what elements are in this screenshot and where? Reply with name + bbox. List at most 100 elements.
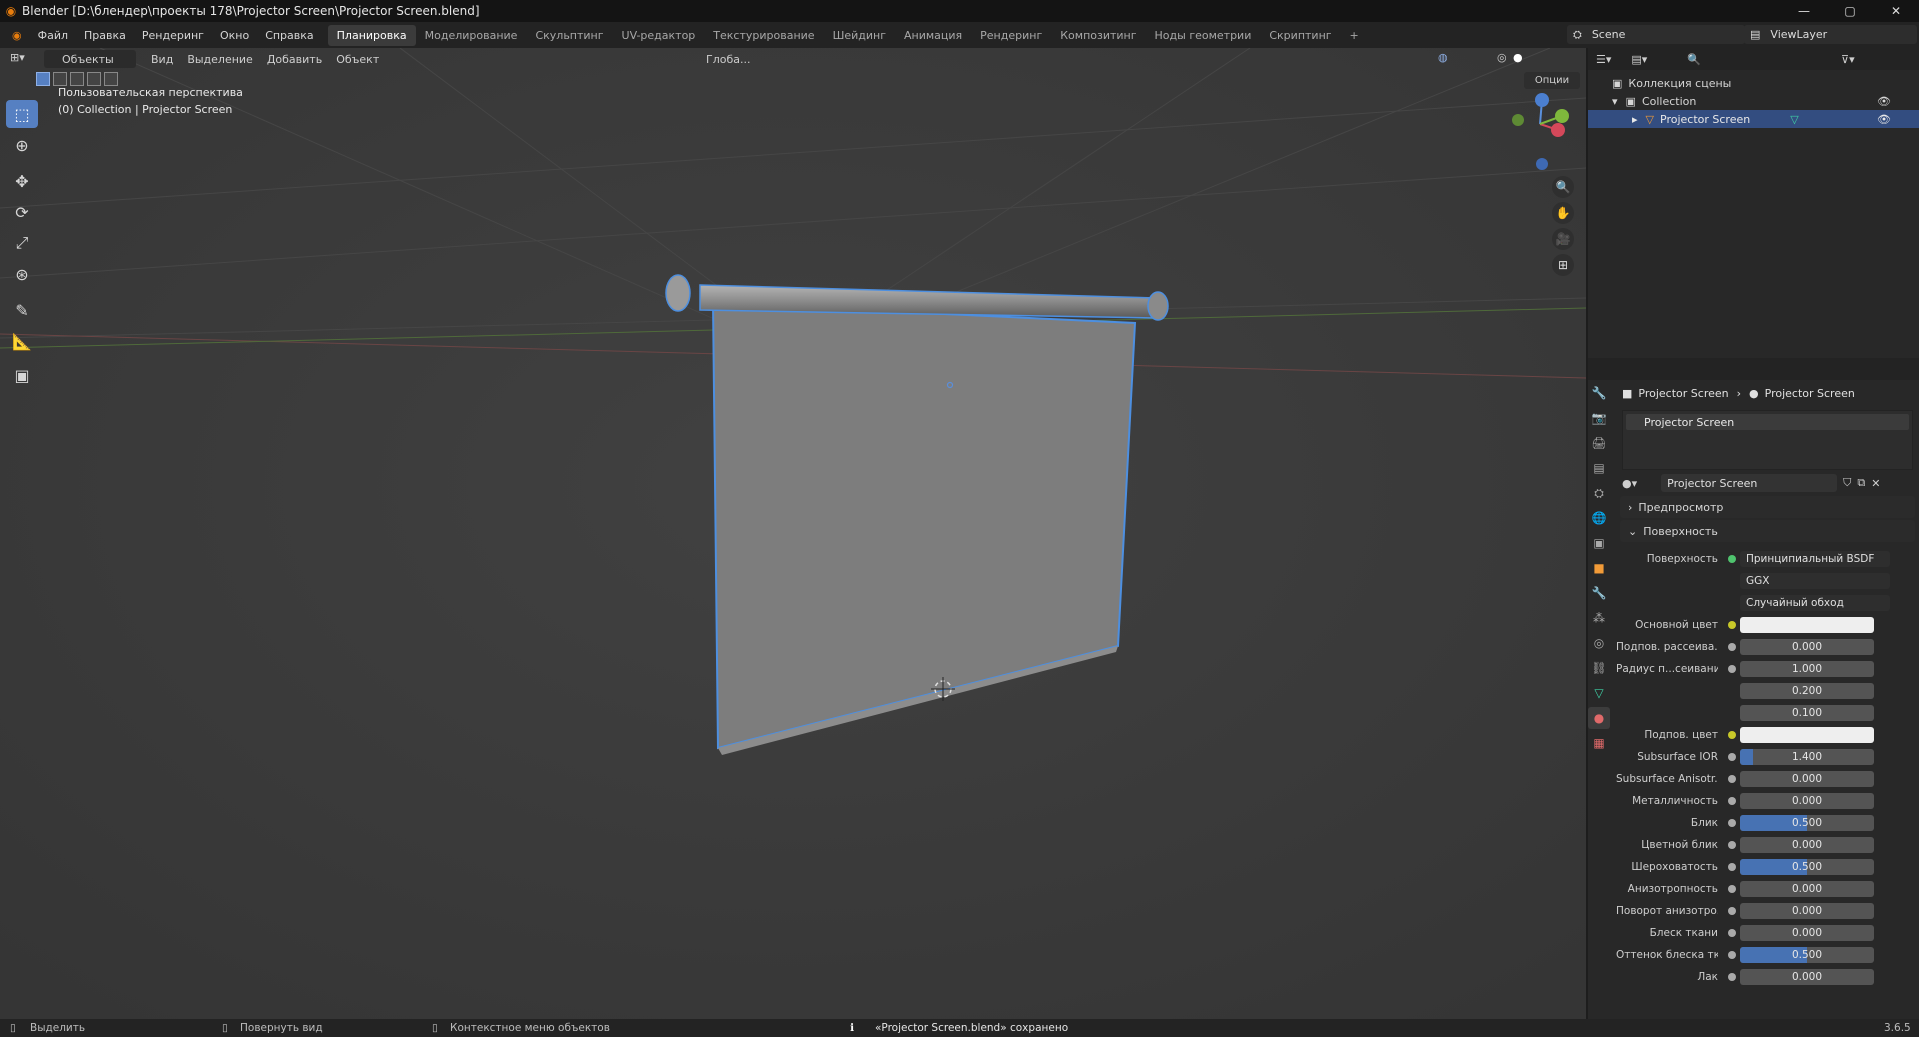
socket-icon[interactable] [1728, 885, 1736, 893]
editor-type-icon[interactable]: ⊞▾ [10, 51, 25, 64]
value-slider[interactable]: 0.000 [1740, 903, 1874, 919]
value-slider[interactable]: 0.500 [1740, 815, 1874, 831]
fake-user-icon[interactable]: ⛉ [1843, 476, 1851, 490]
tab-scripting[interactable]: Скриптинг [1260, 25, 1340, 46]
zoom-icon[interactable]: 🔍 [1552, 176, 1574, 198]
menu-select[interactable]: Выделение [180, 53, 260, 66]
world-tab-icon[interactable]: 🌐 [1588, 507, 1610, 529]
tab-shading[interactable]: Шейдинг [824, 25, 895, 46]
data-tab-icon[interactable]: ▽ [1588, 682, 1610, 704]
value-slider[interactable]: 0.000 [1740, 771, 1874, 787]
collection-tab-icon[interactable]: ▣ [1588, 532, 1610, 554]
display-mode-icon[interactable]: ▤▾ [1631, 53, 1647, 66]
socket-icon[interactable] [1728, 797, 1736, 805]
panel-preview[interactable]: › Предпросмотр [1620, 496, 1915, 518]
socket-icon[interactable] [1728, 951, 1736, 959]
socket-icon[interactable] [1728, 907, 1736, 915]
menu-edit[interactable]: Правка [76, 29, 134, 42]
roller-right-cap[interactable] [1147, 291, 1169, 321]
socket-icon[interactable] [1728, 665, 1736, 673]
material-slot-item[interactable]: Projector Screen [1626, 414, 1909, 430]
tab-rendering[interactable]: Рендеринг [971, 25, 1051, 46]
outliner-search-icon[interactable]: 🔍 [1687, 53, 1701, 66]
menu-view[interactable]: Вид [144, 53, 180, 66]
socket-icon[interactable] [1728, 819, 1736, 827]
menu-render[interactable]: Рендеринг [134, 29, 212, 42]
constraints-tab-icon[interactable]: ⛓ [1588, 657, 1610, 679]
socket-icon[interactable] [1728, 929, 1736, 937]
minimize-button[interactable]: — [1781, 0, 1827, 22]
pan-hand-icon[interactable]: ✋ [1552, 202, 1574, 224]
value-slider[interactable]: 1.000 [1740, 661, 1874, 677]
material-name-field[interactable]: Projector Screen [1661, 474, 1838, 492]
select-mode-new-icon[interactable] [36, 72, 50, 86]
material-browse-icon[interactable]: ●▾ [1622, 477, 1637, 490]
value-slider[interactable]: 0.000 [1740, 837, 1874, 853]
value-slider[interactable]: 0.100 [1740, 705, 1874, 721]
duplicate-material-icon[interactable]: ⧉ [1857, 476, 1865, 490]
value-slider[interactable]: 0.000 [1740, 881, 1874, 897]
add-cube-icon[interactable]: ▣ [6, 361, 38, 389]
filter-icon[interactable]: ⊽▾ [1841, 53, 1855, 66]
roller-left-cap[interactable] [665, 274, 691, 312]
value-slider[interactable]: 0.200 [1740, 683, 1874, 699]
menu-window[interactable]: Окно [212, 29, 257, 42]
socket-icon[interactable] [1728, 775, 1736, 783]
object-tab-icon[interactable]: ■ [1588, 557, 1610, 579]
tool-tab-icon[interactable]: 🔧 [1588, 382, 1610, 404]
scale-icon[interactable]: ⤢ [6, 229, 38, 257]
scene-tab-icon[interactable]: ⛭ [1588, 482, 1610, 504]
select-box-icon[interactable]: ⬚ [6, 100, 38, 128]
panel-surface[interactable]: ⌄ Поверхность [1620, 520, 1915, 542]
annotate-icon[interactable]: ✎ [6, 296, 38, 324]
socket-icon[interactable] [1728, 621, 1736, 629]
close-button[interactable]: ✕ [1873, 0, 1919, 22]
expand-arrow-icon[interactable]: ▾ [1612, 95, 1618, 108]
menu-file[interactable]: Файл [30, 29, 76, 42]
scene-selector[interactable]: ⛭ Scene [1567, 25, 1745, 44]
menu-object[interactable]: Объект [329, 53, 386, 66]
modifier-tab-icon[interactable]: 🔧 [1588, 582, 1610, 604]
menu-help[interactable]: Справка [257, 29, 321, 42]
outliner-row-collection[interactable]: ▾ ▣ Collection 👁 [1588, 92, 1919, 110]
socket-icon[interactable] [1728, 863, 1736, 871]
view-layer-tab-icon[interactable]: ▤ [1588, 457, 1610, 479]
material-tab-icon[interactable]: ● [1588, 707, 1610, 729]
physics-tab-icon[interactable]: ◎ [1588, 632, 1610, 654]
value-slider[interactable]: 1.400 [1740, 749, 1874, 765]
mode-selector[interactable]: Объекты [44, 50, 136, 68]
shading-wire-icon[interactable]: ◎ [1497, 51, 1507, 64]
measure-icon[interactable]: 📐 [6, 327, 38, 355]
visibility-eye-icon[interactable]: 👁 [1877, 95, 1891, 108]
tab-compositing[interactable]: Композитинг [1051, 25, 1145, 46]
outliner-editor-icon[interactable]: ☰▾ [1596, 53, 1611, 66]
particles-tab-icon[interactable]: ⁂ [1588, 607, 1610, 629]
maximize-button[interactable]: ▢ [1827, 0, 1873, 22]
color-swatch[interactable] [1740, 617, 1874, 633]
cursor-icon[interactable]: ⊕ [6, 131, 38, 159]
menu-add[interactable]: Добавить [260, 53, 329, 66]
subsurface-method-dropdown[interactable]: Случайный обход [1740, 595, 1890, 611]
output-tab-icon[interactable]: 🖨 [1588, 432, 1610, 454]
color-swatch[interactable] [1740, 727, 1874, 743]
view-layer-selector[interactable]: ▤ ViewLayer [1744, 25, 1917, 44]
outliner-row-scene-collection[interactable]: ▣ Коллекция сцены [1588, 74, 1919, 92]
visibility-eye-icon[interactable]: 👁 [1877, 113, 1891, 126]
tab-sculpting[interactable]: Скульптинг [526, 25, 612, 46]
tab-texture-paint[interactable]: Текстурирование [704, 25, 823, 46]
options-dropdown[interactable]: Опции [1524, 72, 1580, 89]
socket-icon[interactable] [1728, 643, 1736, 651]
surface-shader-selector[interactable]: Принципиальный BSDF [1740, 551, 1890, 567]
value-slider[interactable]: 0.000 [1740, 969, 1874, 985]
shading-solid-icon[interactable]: ● [1513, 51, 1523, 64]
value-slider[interactable]: 0.000 [1740, 793, 1874, 809]
socket-icon[interactable] [1728, 731, 1736, 739]
perspective-toggle-icon[interactable]: ⊞ [1552, 254, 1574, 276]
tab-uv-editing[interactable]: UV-редактор [613, 25, 705, 46]
transform-orientation[interactable]: Глоба... [686, 50, 754, 68]
distribution-dropdown[interactable]: GGX [1740, 573, 1890, 589]
add-workspace-button[interactable]: + [1341, 25, 1368, 46]
rotate-icon[interactable]: ⟳ [6, 198, 38, 226]
socket-icon[interactable] [1728, 753, 1736, 761]
transform-icon[interactable]: ⊛ [6, 260, 38, 288]
